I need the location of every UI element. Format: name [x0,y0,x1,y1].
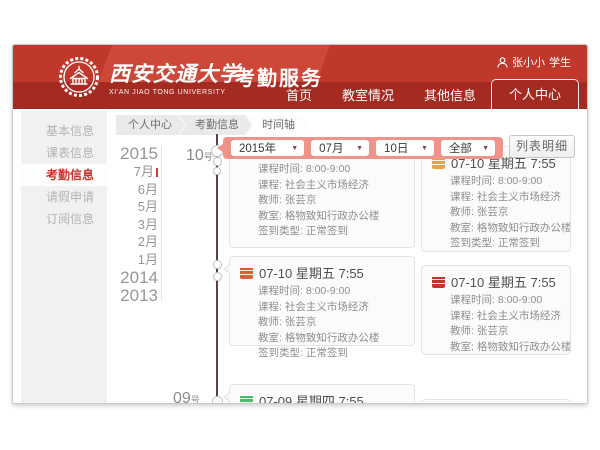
nav-tab-personal-center[interactable]: 个人中心 [491,79,579,109]
card-field: 签到类型: 正常签到 [422,236,570,252]
user-role: 学生 [549,54,571,70]
timeline-month-5[interactable]: 5月 [105,198,158,216]
attendance-card[interactable] [421,399,571,404]
timeline-dot [213,157,222,166]
content-area: 基本信息 课表信息 考勤信息 请假申请 订阅信息 个人中心 考勤信息 时间轴 2… [13,109,588,404]
attendance-card[interactable]: 07-10 星期五 7:55 课程时间: 8:00-9:00 课程: 社会主义市… [421,146,571,252]
card-field: 教室: 格物致知行政办公楼 [422,340,570,356]
timeline-month-2[interactable]: 2月 [105,233,158,251]
sidebar-item-basic-info[interactable]: 基本信息 [21,120,107,142]
breadcrumb-personal-center[interactable]: 个人中心 [116,115,185,135]
timeline-month-1[interactable]: 1月 [105,251,158,269]
timeline-year-2013[interactable]: 2013 [105,287,158,305]
sidebar: 基本信息 课表信息 考勤信息 请假申请 订阅信息 [21,111,107,403]
timeline-month-7[interactable]: 7月 [105,163,158,181]
user-info[interactable]: 张小小 学生 [497,54,571,70]
card-field: 教室: 格物致知行政办公楼 [230,209,414,225]
timeline-dot [213,260,222,269]
person-icon [497,57,508,68]
main-nav: 首页 教室情况 其他信息 个人中心 [271,79,579,109]
card-field: 课程时间: 8:00-9:00 [422,293,570,309]
day-select[interactable]: 10日 ▼ [376,140,434,156]
card-field: 教师: 张芸京 [422,324,570,340]
calendar-icon [432,275,445,288]
timeline-dot [212,396,223,404]
breadcrumb-attendance-info[interactable]: 考勤信息 [179,115,252,135]
nav-tab-home[interactable]: 首页 [271,82,327,109]
timeline-month-3[interactable]: 3月 [105,216,158,234]
card-field: 课程时间: 8:00-9:00 [422,174,570,190]
card-field: 教师: 张芸京 [230,315,414,331]
card-field: 课程时间: 8:00-9:00 [230,284,414,300]
timeline-year-nav: 2015 7月 6月 5月 3月 2月 1月 2014 2013 [105,145,158,305]
card-field: 教师: 张芸京 [230,193,414,209]
filter-bar: 2015年 ▼ 07月 ▼ 10日 ▼ 全部 ▼ [223,137,503,159]
card-field: 教室: 格物致知行政办公楼 [422,221,570,237]
university-name-en: XI'AN JIAO TONG UNIVERSITY [109,89,241,96]
university-name-block: 西安交通大学 XI'AN JIAO TONG UNIVERSITY [109,58,241,96]
timeline-month-6[interactable]: 6月 [105,181,158,199]
attendance-card[interactable]: 07-10 星期五 7:55 课程时间: 8:00-9:00 课程: 社会主义市… [421,265,571,355]
sidebar-item-attendance-info[interactable]: 考勤信息 [21,164,107,186]
attendance-card[interactable]: 07-09 星期四 7:55 [229,384,415,404]
card-field: 课程: 社会主义市场经济 [230,300,414,316]
chevron-down-icon: ▼ [421,145,428,152]
sidebar-item-leave-request[interactable]: 请假申请 [21,186,107,208]
university-name-cn: 西安交通大学 [109,58,241,88]
card-field: 教室: 格物致知行政办公楼 [230,331,414,347]
card-field: 教师: 张芸京 [422,205,570,221]
card-field: 课程: 社会主义市场经济 [422,190,570,206]
calendar-icon [240,266,253,279]
card-field: 签到类型: 正常签到 [230,346,414,362]
chevron-down-icon: ▼ [356,145,363,152]
chevron-down-icon: ▼ [291,145,298,152]
timeline-year-2014[interactable]: 2014 [105,269,158,287]
card-field: 课程: 社会主义市场经济 [422,309,570,325]
sidebar-item-schedule-info[interactable]: 课表信息 [21,142,107,164]
card-field: 签到类型: 正常签到 [230,224,414,240]
list-detail-button[interactable]: 列表明细 [509,135,575,158]
timeline-year-2015[interactable]: 2015 [105,145,158,163]
card-field: 课程: 社会主义市场经济 [230,178,414,194]
nav-tab-other-info[interactable]: 其他信息 [409,82,491,109]
breadcrumb: 个人中心 考勤信息 时间轴 [116,115,308,135]
active-month-marker [156,168,158,177]
year-column-divider [161,146,162,301]
breadcrumb-timeline[interactable]: 时间轴 [246,115,308,135]
card-title: 07-09 星期四 7:55 [259,391,364,404]
day-marker-10: 10号 [186,147,213,165]
card-title: 07-10 星期五 7:55 [451,272,556,291]
app-window: 西安交通大学 XI'AN JIAO TONG UNIVERSITY 考勤服务 张… [12,44,588,404]
day-marker-09: 09号 [173,390,200,404]
chevron-down-icon: ▼ [482,145,489,152]
app-header: 西安交通大学 XI'AN JIAO TONG UNIVERSITY 考勤服务 张… [13,45,587,109]
nav-tab-classrooms[interactable]: 教室情况 [327,82,409,109]
type-select[interactable]: 全部 ▼ [441,140,495,156]
attendance-card[interactable]: 07-10 星期五 7:55 课程时间: 8:00-9:00 课程: 社会主义市… [229,256,415,346]
year-select[interactable]: 2015年 ▼ [231,140,304,156]
sidebar-item-subscription-info[interactable]: 订阅信息 [21,208,107,230]
timeline-dot [213,272,222,281]
university-logo-icon [57,55,101,99]
user-name: 张小小 [512,54,545,70]
calendar-icon [240,394,253,404]
month-select[interactable]: 07月 ▼ [311,140,369,156]
timeline-dot [213,167,221,175]
card-title: 07-10 星期五 7:55 [259,263,364,282]
